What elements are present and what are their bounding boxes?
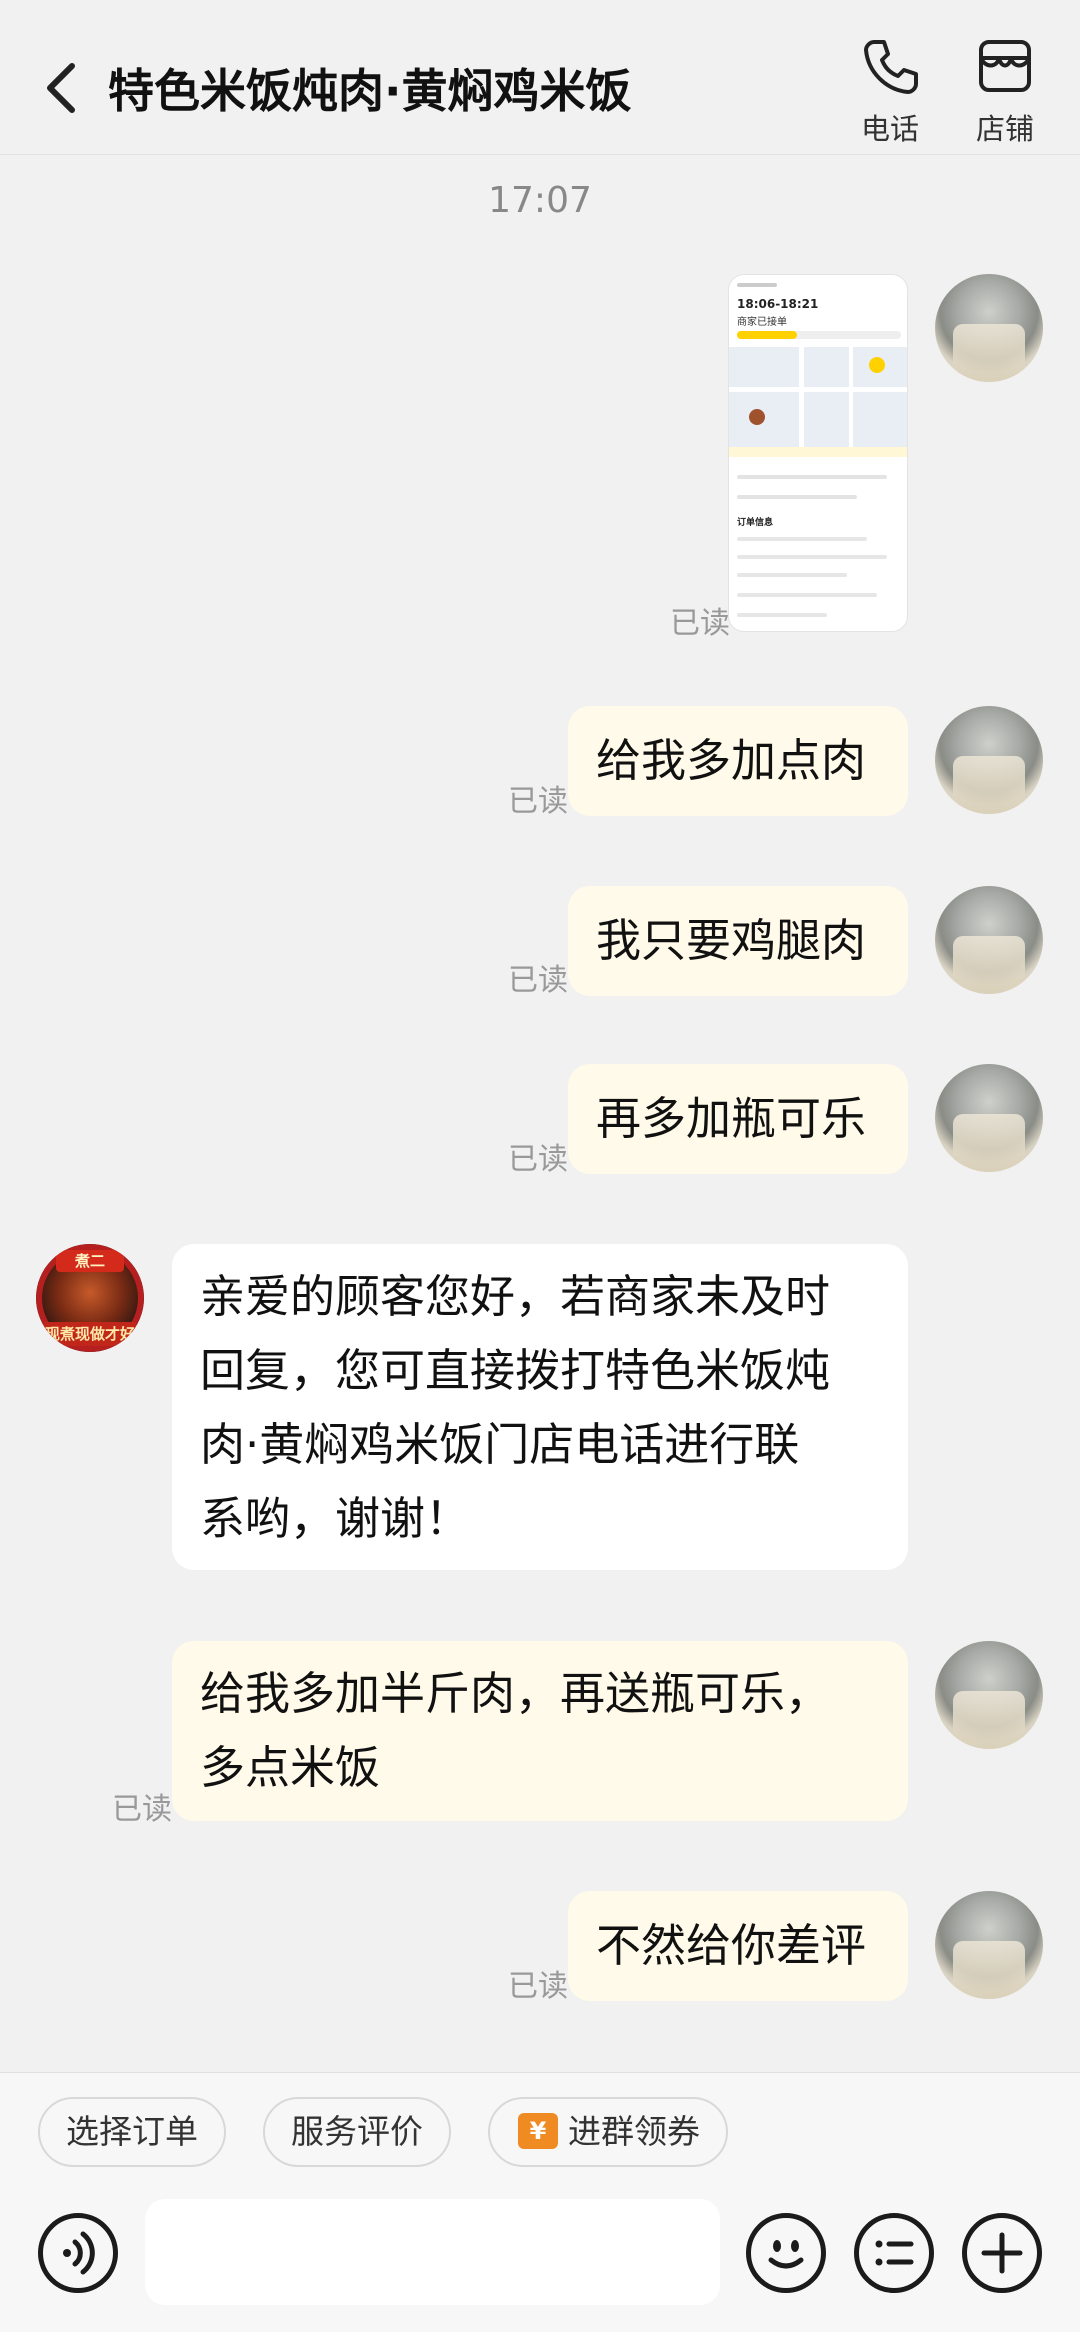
voice-icon: [63, 2231, 95, 2275]
quick-reply-button[interactable]: [854, 2213, 934, 2293]
chat-header: 特色米饭炖肉·黄焖鸡米饭 电话 店铺: [0, 0, 1080, 155]
message-line: 给我多加半斤肉，再送瓶可乐，: [200, 1667, 831, 1720]
message-text: 给我多加点肉: [596, 734, 867, 787]
shop-avatar[interactable]: 煮二 现煮现做才好: [36, 1244, 144, 1352]
message-bubble[interactable]: 再多加瓶可乐: [568, 1064, 908, 1174]
read-receipt: 已读: [508, 963, 568, 998]
service-review-label: 服务评价: [291, 2112, 423, 2151]
emoji-button[interactable]: [746, 2213, 826, 2293]
voice-button[interactable]: [38, 2213, 118, 2293]
message-line: 回复，您可直接拨打特色米饭炖: [200, 1344, 831, 1397]
message-bubble[interactable]: 我只要鸡腿肉: [568, 886, 908, 996]
read-receipt: 已读: [508, 784, 568, 819]
quick-reply-icon: [875, 2240, 914, 2266]
my-avatar[interactable]: [935, 274, 1043, 382]
service-review-chip[interactable]: 服务评价: [263, 2097, 451, 2167]
message-input[interactable]: [145, 2199, 720, 2305]
join-group-coupon-label: 进群领券: [568, 2112, 700, 2151]
my-avatar[interactable]: [935, 1891, 1043, 1999]
join-group-coupon-chip[interactable]: ¥ 进群领券: [488, 2097, 728, 2167]
shop-avatar-top-text: 煮二: [56, 1250, 124, 1272]
emoji-icon: [768, 2240, 804, 2269]
thumb-status: 商家已接单: [737, 317, 787, 328]
message-line: 多点米饭: [200, 1741, 381, 1794]
select-order-label: 选择订单: [66, 2112, 198, 2151]
phone-icon: [864, 40, 918, 94]
message-line: 亲爱的顾客您好，若商家未及时: [200, 1270, 831, 1323]
message-bubble[interactable]: 给我多加半斤肉，再送瓶可乐， 多点米饭: [172, 1641, 908, 1821]
store-icon: [979, 40, 1031, 92]
store-label: 店铺: [975, 112, 1034, 146]
more-options-button[interactable]: [962, 2213, 1042, 2293]
thumb-time: 18:06-18:21: [737, 297, 819, 311]
message-line: 系哟，谢谢！: [200, 1492, 471, 1545]
shop-title: 特色米饭炖肉·黄焖鸡米饭: [108, 64, 632, 118]
my-avatar[interactable]: [935, 1064, 1043, 1172]
my-avatar[interactable]: [935, 886, 1043, 994]
my-avatar[interactable]: [935, 706, 1043, 814]
thumb-order-title: 订单信息: [737, 518, 774, 528]
shop-message-bubble[interactable]: 亲爱的顾客您好，若商家未及时 回复，您可直接拨打特色米饭炖 肉·黄焖鸡米饭门店电…: [172, 1244, 908, 1570]
read-receipt: 已读: [112, 1792, 172, 1827]
phone-label: 电话: [860, 112, 919, 146]
shop-avatar-banner-text: 现煮现做才好: [44, 1322, 136, 1346]
plus-icon: [981, 2232, 1023, 2274]
read-receipt: 已读: [670, 606, 730, 641]
back-button[interactable]: [38, 58, 86, 118]
my-avatar[interactable]: [935, 1641, 1043, 1749]
order-screenshot-image[interactable]: 18:06-18:21 商家已接单 订单信息: [728, 274, 908, 632]
message-text: 我只要鸡腿肉: [596, 914, 867, 967]
chat-timestamp: 17:07: [488, 180, 592, 221]
select-order-chip[interactable]: 选择订单: [38, 2097, 226, 2167]
message-line: 肉·黄焖鸡米饭门店电话进行联: [200, 1418, 800, 1471]
store-button[interactable]: 店铺: [955, 30, 1055, 150]
message-text: 再多加瓶可乐: [596, 1092, 867, 1145]
read-receipt: 已读: [508, 1969, 568, 2004]
phone-button[interactable]: 电话: [840, 30, 940, 150]
message-text: 不然给你差评: [596, 1919, 867, 1972]
thumb-map: [729, 347, 907, 447]
back-arrow-icon: [47, 63, 75, 113]
message-bubble[interactable]: 不然给你差评: [568, 1891, 908, 2001]
chat-area[interactable]: 17:07 18:06-18:21 商家已接单 订单信息 已读 给我多加点肉 已…: [0, 156, 1080, 2071]
message-bubble[interactable]: 给我多加点肉: [568, 706, 908, 816]
coupon-icon: ¥: [518, 2112, 558, 2149]
composer-bar: 选择订单 服务评价 ¥ 进群领券: [0, 2072, 1080, 2332]
read-receipt: 已读: [508, 1142, 568, 1177]
